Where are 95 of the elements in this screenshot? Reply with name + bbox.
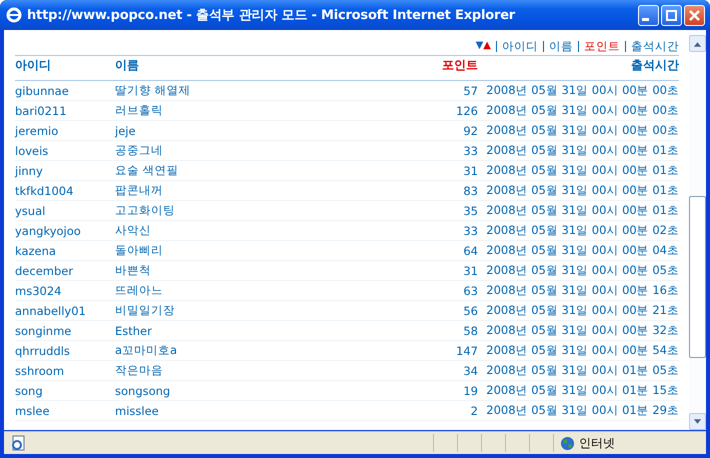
table-cell-text: jeje [115, 124, 137, 138]
table-cell-text: mslee [15, 404, 51, 418]
table-cell-text: 2008년 05월 31일 00시 00분 05초 [485, 263, 679, 278]
table-cell-text: 126 [455, 104, 478, 118]
table-cell-text: 33 [462, 144, 478, 158]
table-cell-text: 58 [462, 324, 478, 338]
table-cell-text: 바쁜척 [115, 263, 152, 278]
table-cell-text: qhrruddls [15, 344, 71, 358]
window-title: http://www.popco.net - 출석부 관리자 모드 - Microsoft Internet Explorer [27, 7, 516, 24]
table-cell-text: sshroom [15, 364, 66, 378]
table-cell-text: 2 [470, 404, 478, 418]
table-cell-text: 2008년 05월 31일 00시 00분 01초 [485, 203, 679, 218]
table-cell-text: 33 [462, 224, 478, 238]
table-cell-text: 작은마음 [115, 363, 164, 378]
table-cell-text: jeremio [15, 124, 60, 138]
table-cell-text: misslee [115, 404, 160, 418]
table-cell-text: 비밀일기장 [115, 303, 176, 318]
table-cell-text: 2008년 05월 31일 00시 01분 05초 [485, 363, 679, 378]
table-cell-text: 2008년 05월 31일 00시 00분 00초 [485, 83, 679, 98]
table-cell-text: gibunnae [15, 84, 70, 98]
table-cell-text: 2008년 05월 31일 00시 00분 01초 [485, 163, 679, 178]
table-cell-text: songinme [15, 324, 72, 338]
scroll-up-button[interactable] [689, 35, 706, 52]
down-arrow-icon [693, 418, 702, 424]
table-cell-text: 요술 색연필 [115, 163, 180, 178]
table-cell-text: 2008년 05월 31일 00시 00분 16초 [485, 283, 679, 298]
scroll-thumb[interactable] [689, 196, 706, 358]
table-cell-text: 31 [462, 164, 478, 178]
table-cell-text: 2008년 05월 31일 00시 00분 00초 [485, 123, 679, 138]
table-cell-text: songsong [115, 384, 172, 398]
table-cell-text: jinny [15, 164, 44, 178]
table-cell-text: annabelly01 [15, 304, 87, 318]
table-cell-text: 2008년 05월 31일 00시 00분 21초 [485, 303, 679, 318]
table-cell-text: 2008년 05월 31일 00시 00분 04초 [485, 243, 679, 258]
up-arrow-icon [693, 40, 702, 46]
sort-descending-icon[interactable]: ▼ [476, 40, 484, 52]
minimize-icon [642, 18, 649, 21]
minimize-button[interactable] [638, 4, 659, 26]
table-cell-text: 57 [462, 84, 478, 98]
table-cell-text: loveis [15, 144, 50, 158]
column-header[interactable]: 출석시간 [478, 56, 679, 74]
table-cell-text: song [15, 384, 44, 398]
column-header[interactable]: 포인트 [315, 56, 478, 74]
table-cell-text: 2008년 05월 31일 00시 00분 01초 [485, 143, 679, 158]
table-cell-text: 돌아삐리 [115, 243, 164, 258]
table-cell-text: ms3024 [15, 284, 62, 298]
table-cell-text: 팝콘내꺼 [115, 183, 164, 198]
column-header[interactable]: 아이디 [15, 56, 115, 74]
scrollbar[interactable] [689, 30, 706, 430]
page-icon [10, 435, 26, 451]
close-button[interactable] [684, 4, 705, 26]
browser-icon [6, 7, 22, 23]
table-cell-text: 19 [462, 384, 478, 398]
table-cell-text: 2008년 05월 31일 00시 00분 02초 [485, 223, 679, 238]
table-cell-text: 딸기향 해열제 [115, 83, 192, 98]
table-cell-text: 2008년 05월 31일 00시 01분 29초 [485, 403, 679, 418]
table-cell-text: 56 [462, 304, 478, 318]
globe-icon [560, 436, 575, 450]
table-cell-text: 2008년 05월 31일 00시 00분 54초 [485, 343, 679, 358]
sort-link[interactable]: 이름 [549, 38, 573, 54]
close-icon [689, 10, 700, 20]
table-cell-text: 83 [462, 184, 478, 198]
scroll-down-button[interactable] [689, 413, 706, 430]
table-cell-text: 2008년 05월 31일 00시 00분 32초 [485, 323, 679, 338]
table-cell-text: kazena [15, 244, 57, 258]
table-cell-text: 공중그네 [115, 143, 164, 158]
table-cell-text: 2008년 05월 31일 00시 00분 01초 [485, 183, 679, 198]
table-cell-text: 뜨레아느 [115, 283, 164, 298]
table-cell-text: 35 [462, 204, 478, 218]
sort-link[interactable]: 출석시간 [631, 38, 679, 54]
table-cell-text: december [15, 264, 74, 278]
table-cell-text: 사악신 [115, 223, 152, 238]
sort-link[interactable]: 아이디 [502, 38, 538, 54]
table-cell-text: tkfkd1004 [15, 184, 74, 198]
table-cell-text: 34 [462, 364, 478, 378]
table-cell-text: bari0211 [15, 104, 68, 118]
zone-label: 인터넷 [579, 434, 615, 452]
table-cell-text: 러브홀릭 [115, 103, 164, 118]
table-cell-text: 31 [462, 264, 478, 278]
table-cell-text: 2008년 05월 31일 00시 01분 15초 [485, 383, 679, 398]
maximize-icon [666, 10, 677, 20]
table-cell-text: Esther [115, 324, 153, 338]
table-cell-text: ysual [15, 204, 46, 218]
table-cell-text: 92 [462, 124, 478, 138]
table-cell-text: 64 [462, 244, 478, 258]
table-cell-text: a꼬마미호a [115, 343, 178, 358]
maximize-button[interactable] [661, 4, 682, 26]
table-cell-text: 2008년 05월 31일 00시 00분 00초 [485, 103, 679, 118]
sort-link[interactable]: 포인트 [584, 38, 620, 54]
table-cell-text: yangkyojoo [15, 224, 82, 238]
table-cell-text: 63 [462, 284, 478, 298]
table-cell-text: 147 [455, 344, 478, 358]
sort-ascending-icon[interactable]: ▲ [483, 40, 491, 52]
column-header[interactable]: 이름 [115, 56, 315, 74]
table-cell-text: 고고화이팅 [115, 203, 176, 218]
